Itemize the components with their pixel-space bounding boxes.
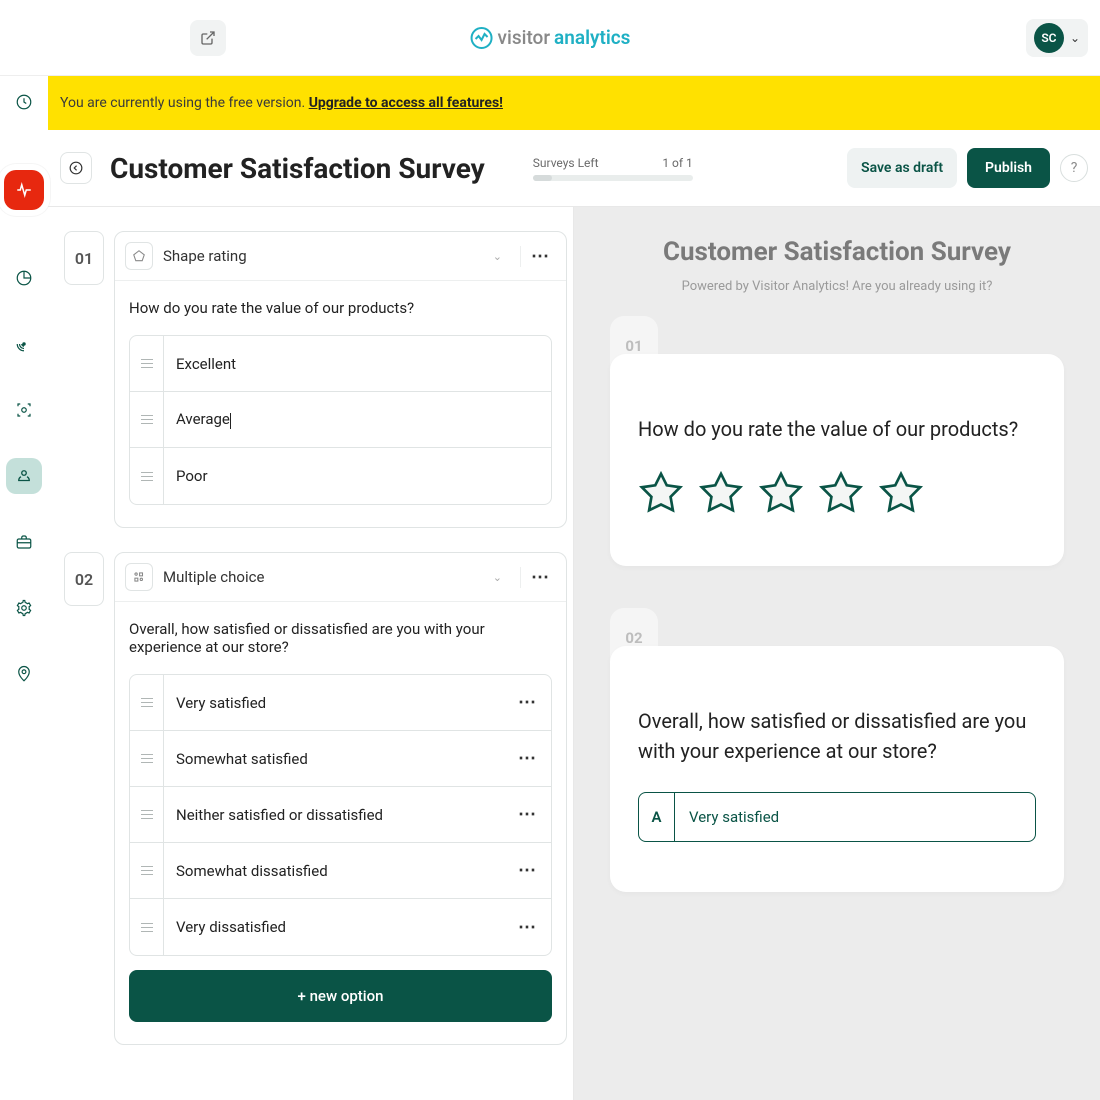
star-icon[interactable] [638,470,684,516]
logo-text-part2: analytics [554,26,630,49]
page-title: Customer Satisfaction Survey [110,152,485,185]
question-more-button[interactable]: ⋯ [531,567,550,588]
question-more-button[interactable]: ⋯ [531,246,550,267]
back-button[interactable] [60,152,92,184]
preview-title: Customer Satisfaction Survey [592,237,1082,267]
star-icon[interactable] [698,470,744,516]
question-text[interactable]: Overall, how satisfied or dissatisfied a… [129,620,552,656]
option-more-button[interactable]: ⋯ [518,917,537,938]
nav-item-pie[interactable] [6,260,42,296]
surveys-left: Surveys Left 1 of 1 [533,156,693,181]
chevron-down-icon[interactable]: ⌄ [485,250,510,263]
option-input[interactable]: Average [164,410,551,428]
drag-handle-icon[interactable] [130,675,164,730]
nav-item-location[interactable] [6,656,42,692]
surveys-progress-bar [533,175,693,181]
nav-item-clock[interactable] [6,84,42,120]
option-input[interactable]: Somewhat satisfied [164,750,504,768]
question-number: 01 [64,231,104,285]
option-input[interactable]: Excellent [164,355,551,373]
nav-item-radar[interactable] [6,326,42,362]
save-draft-button[interactable]: Save as draft [847,148,957,188]
grid-dots-icon [125,563,153,591]
question-type-select[interactable]: Multiple choice [163,568,264,586]
option-row: Average [130,392,551,448]
nav-item-pulse[interactable] [4,170,44,210]
question-card: Shape rating ⌄ ⋯ How do you rate the val… [114,231,567,528]
nav-item-briefcase[interactable] [6,524,42,560]
logo-icon [470,26,494,50]
choice-letter: A [639,793,675,841]
preview-card: How do you rate the value of our product… [610,354,1064,566]
open-external-button[interactable] [190,20,226,56]
star-icon[interactable] [758,470,804,516]
account-menu[interactable]: SC ⌄ [1026,19,1088,57]
surveys-left-label: Surveys Left [533,156,599,170]
question-type-select[interactable]: Shape rating [163,247,247,265]
drag-handle-icon[interactable] [130,787,164,842]
avatar: SC [1034,23,1064,53]
choice-label: Very satisfied [675,808,793,826]
star-rating[interactable] [638,470,1036,516]
help-button[interactable]: ? [1060,154,1088,182]
drag-handle-icon[interactable] [130,448,164,504]
option-row: Very dissatisfied ⋯ [130,899,551,955]
preview-card: Overall, how satisfied or dissatisfied a… [610,646,1064,892]
preview-question-text: How do you rate the value of our product… [638,414,1036,444]
upgrade-banner: You are currently using the free version… [48,76,1100,130]
nav-item-focus[interactable] [6,392,42,428]
preview-choice[interactable]: A Very satisfied [638,792,1036,842]
chevron-down-icon: ⌄ [1070,31,1080,45]
option-more-button[interactable]: ⋯ [518,860,537,881]
chevron-down-icon[interactable]: ⌄ [485,571,510,584]
question-text[interactable]: How do you rate the value of our product… [129,299,552,317]
logo: visitoranalytics [470,26,631,50]
option-row: Somewhat satisfied ⋯ [130,731,551,787]
add-option-button[interactable]: + new option [129,970,552,1022]
option-more-button[interactable]: ⋯ [518,748,537,769]
option-input[interactable]: Very satisfied [164,694,504,712]
publish-button[interactable]: Publish [967,148,1050,188]
nav-item-settings[interactable] [6,590,42,626]
option-more-button[interactable]: ⋯ [518,804,537,825]
pentagon-icon [125,242,153,270]
drag-handle-icon[interactable] [130,899,164,955]
preview-subtitle: Powered by Visitor Analytics! Are you al… [592,279,1082,294]
option-row: Somewhat dissatisfied ⋯ [130,843,551,899]
preview-question-text: Overall, how satisfied or dissatisfied a… [638,706,1036,766]
logo-text-part1: visitor [498,26,551,49]
drag-handle-icon[interactable] [130,392,164,447]
option-input[interactable]: Neither satisfied or dissatisfied [164,806,504,824]
drag-handle-icon[interactable] [130,336,164,391]
option-row: Neither satisfied or dissatisfied ⋯ [130,787,551,843]
drag-handle-icon[interactable] [130,843,164,898]
banner-text: You are currently using the free version… [60,95,309,111]
option-row: Poor [130,448,551,504]
star-icon[interactable] [818,470,864,516]
drag-handle-icon[interactable] [130,731,164,786]
option-input[interactable]: Very dissatisfied [164,918,504,936]
option-input[interactable]: Poor [164,467,551,485]
surveys-left-value: 1 of 1 [662,156,692,170]
option-row: Very satisfied ⋯ [130,675,551,731]
question-number: 02 [64,552,104,606]
option-row: Excellent [130,336,551,392]
star-icon[interactable] [878,470,924,516]
option-more-button[interactable]: ⋯ [518,692,537,713]
upgrade-link[interactable]: Upgrade to access all features! [309,95,503,111]
option-input[interactable]: Somewhat dissatisfied [164,862,504,880]
nav-item-surveys[interactable] [6,458,42,494]
question-card: Multiple choice ⌄ ⋯ Overall, how satisfi… [114,552,567,1045]
